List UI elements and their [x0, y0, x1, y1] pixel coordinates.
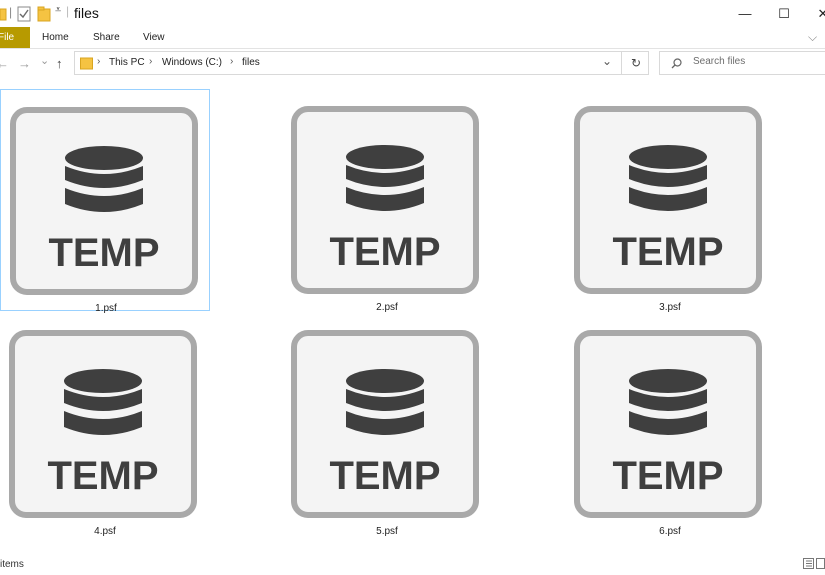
new-folder-icon[interactable] — [37, 6, 51, 22]
file-item[interactable]: TEMP 2.psf — [282, 89, 492, 313]
minimize-button[interactable]: — — [723, 0, 767, 27]
tab-view[interactable]: View — [143, 27, 165, 48]
close-button[interactable]: ✕ — [801, 0, 825, 27]
database-icon — [629, 369, 707, 435]
icon-text: TEMP — [329, 454, 440, 498]
icon-text: TEMP — [48, 231, 159, 275]
file-item[interactable]: TEMP 4.psf — [0, 313, 210, 537]
breadcrumb-separator: › — [97, 56, 101, 67]
file-item[interactable]: TEMP 1.psf — [0, 89, 210, 314]
breadcrumb-separator: › — [149, 56, 153, 67]
customize-toolbar-icon[interactable]: ⩡ — [55, 4, 61, 20]
file-name-label: 6.psf — [659, 526, 681, 537]
temp-file-icon: TEMP — [574, 330, 762, 518]
icon-text: TEMP — [612, 230, 723, 274]
navigation-bar: ← → ⌄ ↑ › This PC › Windows (C:) › files… — [0, 48, 825, 81]
refresh-icon: ↻ — [630, 56, 642, 70]
tab-home[interactable]: Home — [42, 27, 69, 48]
qa-divider: | — [9, 5, 13, 19]
large-icons-view-icon[interactable] — [816, 558, 825, 569]
maximize-button[interactable]: ☐ — [762, 0, 806, 27]
temp-file-icon: TEMP — [291, 106, 479, 294]
database-icon — [64, 369, 142, 435]
maximize-icon: ☐ — [778, 5, 790, 21]
tab-share[interactable]: Share — [93, 27, 120, 48]
file-item[interactable]: TEMP 5.psf — [282, 313, 492, 537]
refresh-button[interactable]: ↻ — [621, 51, 650, 75]
temp-file-icon: TEMP — [10, 107, 198, 295]
database-icon — [65, 146, 143, 212]
breadcrumb-windows-c[interactable]: Windows (C:) — [162, 57, 222, 68]
breadcrumb-separator: › — [230, 56, 234, 67]
database-icon — [346, 369, 424, 435]
icon-text: TEMP — [612, 454, 723, 498]
status-bar: items — [0, 553, 825, 575]
item-count-label: items — [0, 559, 24, 570]
forward-icon[interactable]: → — [18, 56, 31, 71]
file-name-label: 4.psf — [94, 526, 116, 537]
search-box[interactable] — [659, 51, 825, 75]
database-icon — [346, 145, 424, 211]
close-icon: ✕ — [817, 5, 825, 21]
qa-divider: | — [66, 4, 70, 18]
title-bar: | ⩡ | files — ☐ ✕ — [0, 0, 825, 27]
database-icon — [629, 145, 707, 211]
recent-locations-icon[interactable]: ⌄ — [40, 54, 49, 67]
minimize-icon: — — [738, 6, 752, 21]
breadcrumb-this-pc[interactable]: This PC — [109, 57, 145, 68]
temp-file-icon: TEMP — [291, 330, 479, 518]
file-name-label: 3.psf — [659, 302, 681, 313]
file-item[interactable]: TEMP 3.psf — [565, 89, 775, 313]
icon-text: TEMP — [47, 454, 158, 498]
file-name-label: 5.psf — [376, 526, 398, 537]
breadcrumb-files[interactable]: files — [242, 57, 260, 68]
details-view-icon[interactable] — [803, 558, 814, 569]
expand-ribbon-icon[interactable]: ⌵ — [808, 27, 817, 48]
properties-icon[interactable] — [17, 6, 31, 22]
tab-file[interactable]: File — [0, 27, 30, 48]
folder-icon — [0, 8, 7, 21]
folder-icon — [80, 57, 93, 70]
temp-file-icon: TEMP — [9, 330, 197, 518]
back-icon[interactable]: ← — [0, 56, 9, 71]
address-dropdown-icon[interactable]: ⌄ — [602, 54, 612, 68]
temp-file-icon: TEMP — [574, 106, 762, 294]
file-name-label: 2.psf — [376, 302, 398, 313]
file-view: TEMP 1.psf TEMP 2.psf TEMP 3.psf TEMP 4.psf TEMP… — [0, 81, 825, 553]
icon-text: TEMP — [329, 230, 440, 274]
search-input[interactable] — [693, 56, 818, 67]
address-bar[interactable]: › This PC › Windows (C:) › files ⌄ — [74, 51, 649, 75]
up-icon[interactable]: ↑ — [56, 56, 63, 71]
ribbon-tabs: File Home Share View ⌵ — [0, 27, 825, 49]
file-item[interactable]: TEMP 6.psf — [565, 313, 775, 537]
window-title: files — [74, 5, 99, 21]
search-icon — [671, 58, 682, 69]
